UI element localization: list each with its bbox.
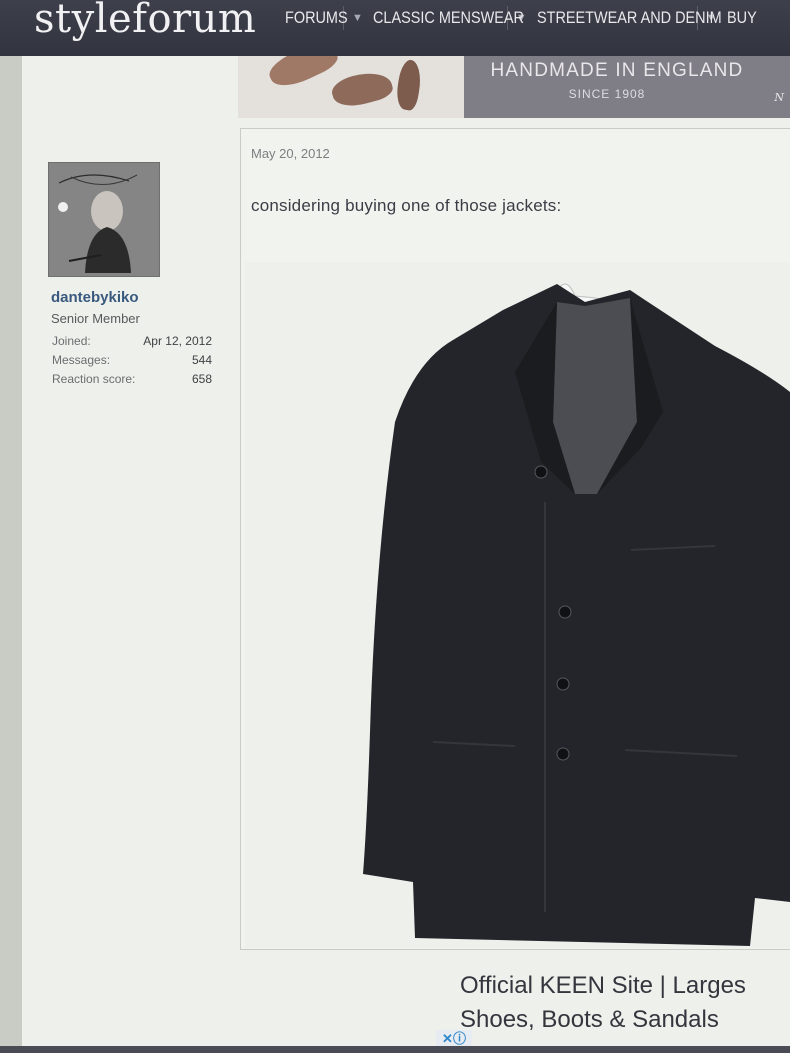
jacket-photo[interactable] [245,262,790,948]
bottom-edge [0,1046,790,1053]
avatar[interactable] [48,162,160,277]
ad-headline: Official KEEN Site | Larges [460,972,746,999]
page-edge [0,56,22,1053]
nav-buy-label: BUY [726,8,757,27]
author-stat-joined: Joined: Apr 12, 2012 [52,334,212,348]
nav-forums-label: FORUMS [285,8,348,27]
stat-label: Messages: [52,353,111,367]
banner-subtitle: SINCE 1908 [568,87,646,101]
bottom-ad[interactable]: Official KEEN Site | Larges Shoes, Boots… [436,950,790,1050]
ad-subline: Shoes, Boots & Sandals [460,1006,719,1033]
banner-ad[interactable]: HANDMADE IN ENGLAND SINCE 1908 N [464,56,790,118]
post-text: considering buying one of those jackets: [251,196,562,215]
post-date[interactable]: May 20, 2012 [251,146,330,161]
banner-title: HANDMADE IN ENGLAND [490,60,744,81]
nav-forums[interactable]: FORUMS ▼ [285,6,363,30]
main-nav: FORUMS ▼ CLASSIC MENSWEAR ▼ STREETWEAR A… [285,6,772,30]
top-navigation-bar: styleforum FORUMS ▼ CLASSIC MENSWEAR ▼ S… [0,0,790,56]
jacket-image [245,262,790,948]
author-title: Senior Member [51,311,140,326]
nav-streetwear-and-denim-label: STREETWEAR AND DENIM [536,8,722,27]
avatar-image [49,163,159,276]
stat-value: 658 [191,372,212,386]
adchoices-icon[interactable]: ✕ⓘ [436,1030,472,1047]
site-logo[interactable]: styleforum [34,0,256,42]
stat-label: Reaction score: [52,372,136,386]
stat-value: 544 [191,353,212,367]
banner-brand-mark: N [774,91,784,104]
stat-value: Apr 12, 2012 [143,334,212,348]
nav-classic-menswear-label: CLASSIC MENSWEAR [372,8,524,27]
author-stat-messages: Messages: 544 [52,353,212,367]
nav-streetwear-and-denim[interactable]: STREETWEAR AND DENIM ▼ [536,6,722,30]
nav-buy[interactable]: BUY [727,6,762,30]
author-stat-reaction-score: Reaction score: 658 [52,372,212,386]
stat-label: Joined: [52,334,91,348]
nav-classic-menswear[interactable]: CLASSIC MENSWEAR ▼ [373,6,527,30]
author-username[interactable]: dantebykiko [51,289,139,306]
